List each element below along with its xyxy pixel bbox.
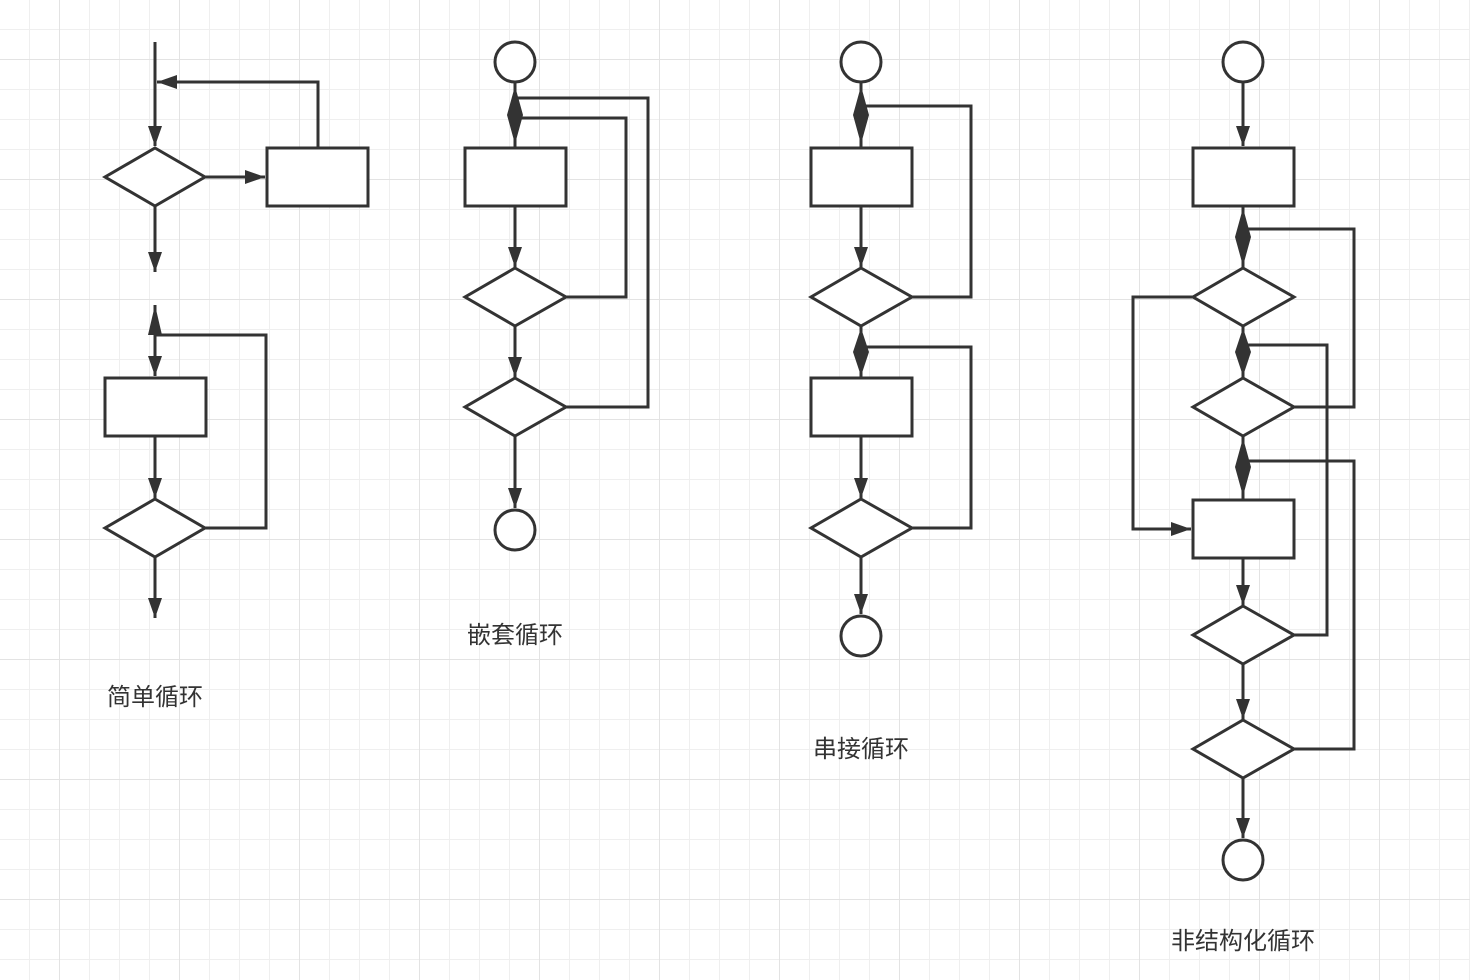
process-box — [1191, 498, 1296, 560]
end-node — [493, 508, 537, 552]
simple-loop-label: 简单循环 — [107, 683, 203, 711]
process-box — [103, 376, 208, 438]
start-node — [1221, 40, 1265, 84]
serial-loop-label: 串接循环 — [813, 735, 909, 763]
process-box — [809, 146, 914, 208]
process-box — [809, 376, 914, 438]
process-box — [1191, 146, 1296, 208]
unstructured-loop-label: 非结构化循环 — [1171, 927, 1315, 955]
end-node — [1221, 838, 1265, 882]
nested-loop-label: 嵌套循环 — [467, 621, 563, 649]
process-box — [463, 146, 568, 208]
diagram-canvas: 简单循环 嵌套循环 串接循环 非结构化循环 — [0, 0, 1470, 980]
start-node — [839, 40, 883, 84]
start-node — [493, 40, 537, 84]
process-box — [265, 146, 370, 208]
end-node — [839, 614, 883, 658]
